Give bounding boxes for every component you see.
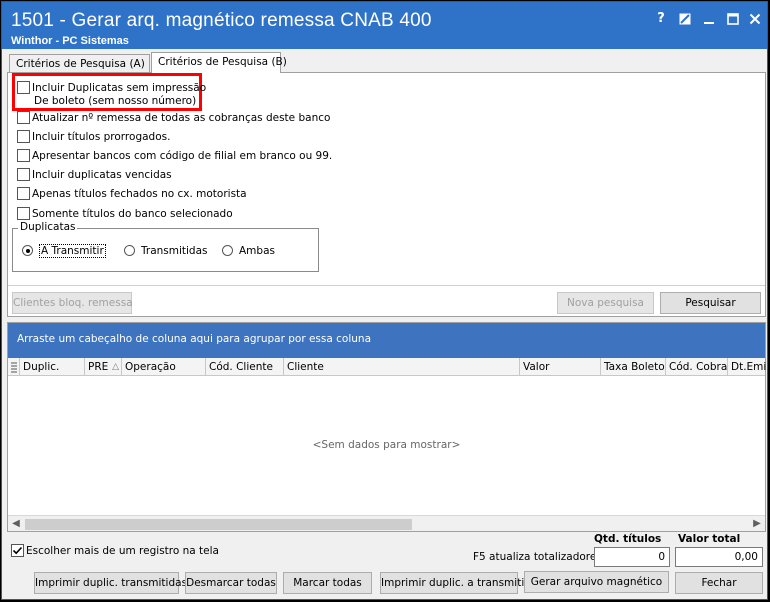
radio-button[interactable] — [222, 245, 233, 256]
clientes-bloq-remessa-button[interactable]: Clientes bloq. remessa — [12, 292, 133, 314]
column-cod-cliente[interactable]: Cód. Cliente — [206, 358, 284, 376]
qtd-titulos-field: 0 — [594, 547, 670, 567]
checkbox[interactable] — [17, 149, 30, 162]
column-operacao[interactable]: Operação — [122, 358, 206, 376]
column-cliente[interactable]: Cliente — [284, 358, 520, 376]
radio-ambas[interactable]: Ambas — [222, 245, 275, 257]
scroll-left-icon[interactable]: ◀ — [8, 516, 24, 532]
checkbox[interactable] — [17, 111, 30, 124]
maximize-icon[interactable] — [722, 10, 744, 28]
option-label-line2: De boleto (sem nosso número) — [34, 95, 197, 107]
column-label: PRE — [88, 361, 109, 373]
multi-select-option[interactable]: Escolher mais de um registro na tela — [11, 544, 219, 557]
valor-total-label: Valor total — [678, 533, 741, 545]
criteria-panel: Incluir Duplicatas sem impressão De bole… — [7, 72, 766, 317]
imprimir-transmitidas-button[interactable]: Imprimir duplic. transmitidas — [34, 572, 187, 594]
radio-button[interactable] — [22, 245, 33, 256]
valor-total-field: 0,00 — [675, 547, 763, 567]
pesquisar-button[interactable]: Pesquisar — [660, 292, 761, 314]
gerar-arquivo-button[interactable]: Gerar arquivo magnético — [524, 571, 669, 593]
checkbox[interactable] — [17, 130, 30, 143]
title-bar: 1501 - Gerar arq. magnético remessa CNAB… — [2, 2, 767, 49]
option-label: Apenas títulos fechados no cx. motorista — [32, 188, 247, 200]
checkbox[interactable] — [17, 187, 30, 200]
divider — [8, 285, 765, 286]
column-valor[interactable]: Valor — [520, 358, 601, 376]
group-by-area[interactable]: Arraste um cabeçalho de coluna aqui para… — [8, 323, 765, 358]
scroll-right-icon[interactable]: ▶ — [749, 516, 765, 532]
radio-button[interactable] — [124, 245, 135, 256]
column-duplic[interactable]: Duplic. — [20, 358, 85, 376]
marcar-todas-button[interactable]: Marcar todas — [283, 572, 372, 594]
option-label: Incluir títulos prorrogados. — [32, 131, 171, 143]
radio-label: Transmitidas — [141, 245, 208, 257]
radio-a-transmitir[interactable]: A Transmitir — [22, 244, 106, 258]
empty-grid-message: <Sem dados para mostrar> — [312, 439, 461, 451]
fechar-button[interactable]: Fechar — [675, 572, 763, 594]
imprimir-a-transmitir-button[interactable]: Imprimir duplic. a transmitir — [380, 572, 529, 594]
restore-icon[interactable] — [674, 10, 696, 28]
horizontal-scrollbar[interactable]: ◀ ▶ — [8, 515, 765, 531]
nova-pesquisa-button[interactable]: Nova pesquisa — [557, 292, 654, 314]
checkbox[interactable] — [17, 207, 30, 220]
checkbox[interactable] — [17, 168, 30, 181]
option-label: Somente títulos do banco selecionado — [32, 208, 233, 220]
sort-asc-icon: △ — [112, 362, 119, 372]
column-header-row: Duplic. PRE △ Operação Cód. Cliente Clie… — [8, 358, 767, 376]
column-taxa-boleto[interactable]: Taxa Boleto — [601, 358, 666, 376]
checkbox-checked[interactable] — [11, 544, 24, 557]
group-title: Duplicatas — [18, 221, 78, 233]
option-duplicatas-vencidas[interactable]: Incluir duplicatas vencidas — [17, 168, 172, 182]
option-banco-selecionado[interactable]: Somente títulos do banco selecionado — [17, 207, 233, 221]
window-subtitle: Winthor - PC Sistemas — [11, 35, 129, 47]
option-titulos-prorrogados[interactable]: Incluir títulos prorrogados. — [17, 130, 170, 144]
option-bancos-filial[interactable]: Apresentar bancos com código de filial e… — [17, 149, 332, 163]
radio-label: A Transmitir — [39, 244, 106, 258]
column-pre[interactable]: PRE △ — [85, 358, 122, 376]
scroll-thumb[interactable] — [25, 519, 412, 530]
option-incluir-duplicatas[interactable]: Incluir Duplicatas sem impressão — [17, 81, 206, 95]
option-titulos-fechados[interactable]: Apenas títulos fechados no cx. motorista — [17, 187, 247, 201]
qtd-titulos-label: Qtd. títulos — [594, 533, 662, 545]
option-label: Incluir Duplicatas sem impressão — [32, 82, 207, 94]
window-title: 1501 - Gerar arq. magnético remessa CNAB… — [11, 10, 432, 31]
minimize-icon[interactable] — [698, 10, 720, 28]
option-label: Apresentar bancos com código de filial e… — [32, 150, 333, 162]
duplicatas-group: Duplicatas A Transmitir Transmitidas Amb… — [12, 221, 319, 272]
help-icon[interactable]: ? — [650, 10, 672, 28]
option-label: Incluir duplicatas vencidas — [32, 169, 172, 181]
tab-criterios-b[interactable]: Critérios de Pesquisa (B) — [151, 52, 287, 73]
checkbox[interactable] — [17, 81, 30, 94]
close-icon[interactable] — [744, 10, 766, 28]
tab-criterios-a[interactable]: Critérios de Pesquisa (A) — [9, 54, 150, 72]
main-window: 1501 - Gerar arq. magnético remessa CNAB… — [1, 1, 768, 600]
totalizers-hint: F5 atualiza totalizadores — [473, 551, 602, 563]
option-label: Atualizar nº remessa de todas as cobranç… — [32, 112, 331, 124]
radio-transmitidas[interactable]: Transmitidas — [124, 245, 208, 257]
desmarcar-todas-button[interactable]: Desmarcar todas — [185, 572, 277, 594]
option-label: Escolher mais de um registro na tela — [26, 545, 219, 557]
column-chooser-icon[interactable] — [8, 358, 20, 376]
option-atualizar-remessa[interactable]: Atualizar nº remessa de todas as cobranç… — [17, 111, 330, 125]
radio-label: Ambas — [239, 245, 275, 257]
column-dt-emis[interactable]: Dt.Emis — [728, 358, 767, 376]
results-grid: Arraste um cabeçalho de coluna aqui para… — [7, 322, 767, 532]
column-cod-cobrar[interactable]: Cód. Cobrar — [666, 358, 728, 376]
